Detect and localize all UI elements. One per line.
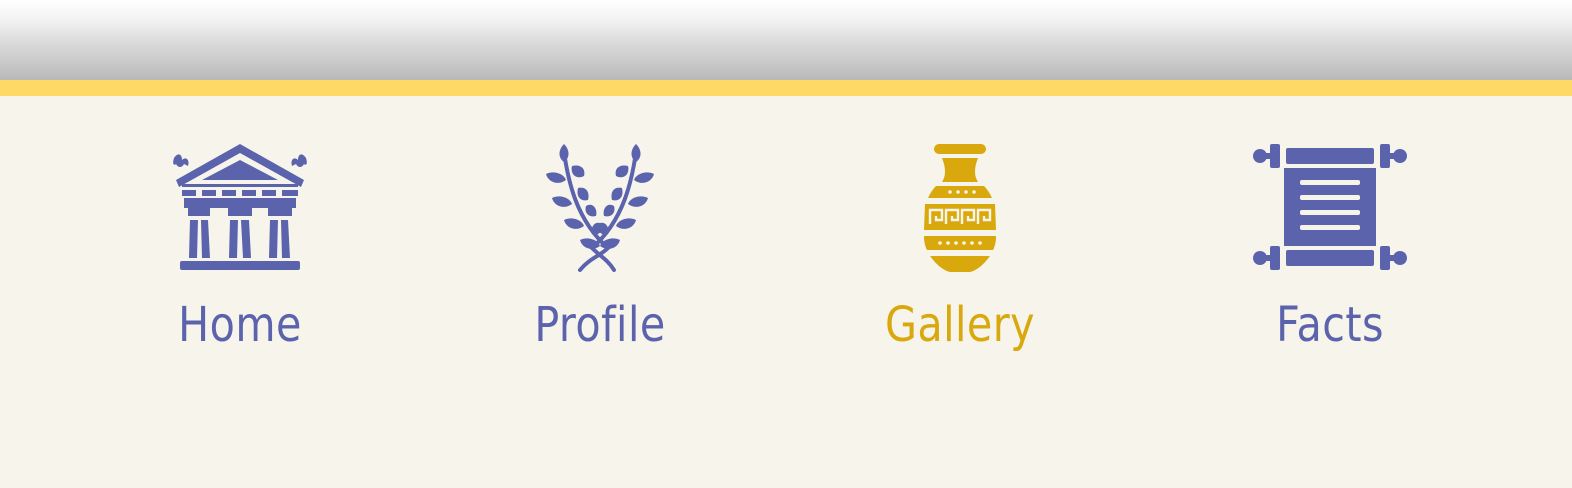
temple-icon-graphic [173,144,307,270]
nav-label-gallery: Gallery [884,297,1036,353]
nav-item-gallery[interactable]: Gallery [850,140,1070,360]
nav-label-facts: Facts [1276,297,1384,353]
bottom-navigation: Home Profile Gallery Facts [0,96,1572,488]
laurel-wreath-icon [520,140,680,280]
laurel-wreath-icon-graphic [546,144,654,272]
header-shadow [0,0,1572,80]
temple-icon [160,140,320,280]
amphora-vase-icon [880,140,1040,280]
amphora-vase-icon-graphic [924,144,996,272]
app-screen: Home Profile Gallery Facts [0,0,1572,488]
scroll-icon [1250,140,1410,280]
nav-item-home[interactable]: Home [130,140,350,360]
nav-label-home: Home [178,297,302,353]
accent-bar [0,80,1572,96]
nav-item-facts[interactable]: Facts [1220,140,1440,360]
nav-item-profile[interactable]: Profile [490,140,710,360]
scroll-icon-graphic [1253,144,1407,270]
nav-label-profile: Profile [534,297,666,353]
